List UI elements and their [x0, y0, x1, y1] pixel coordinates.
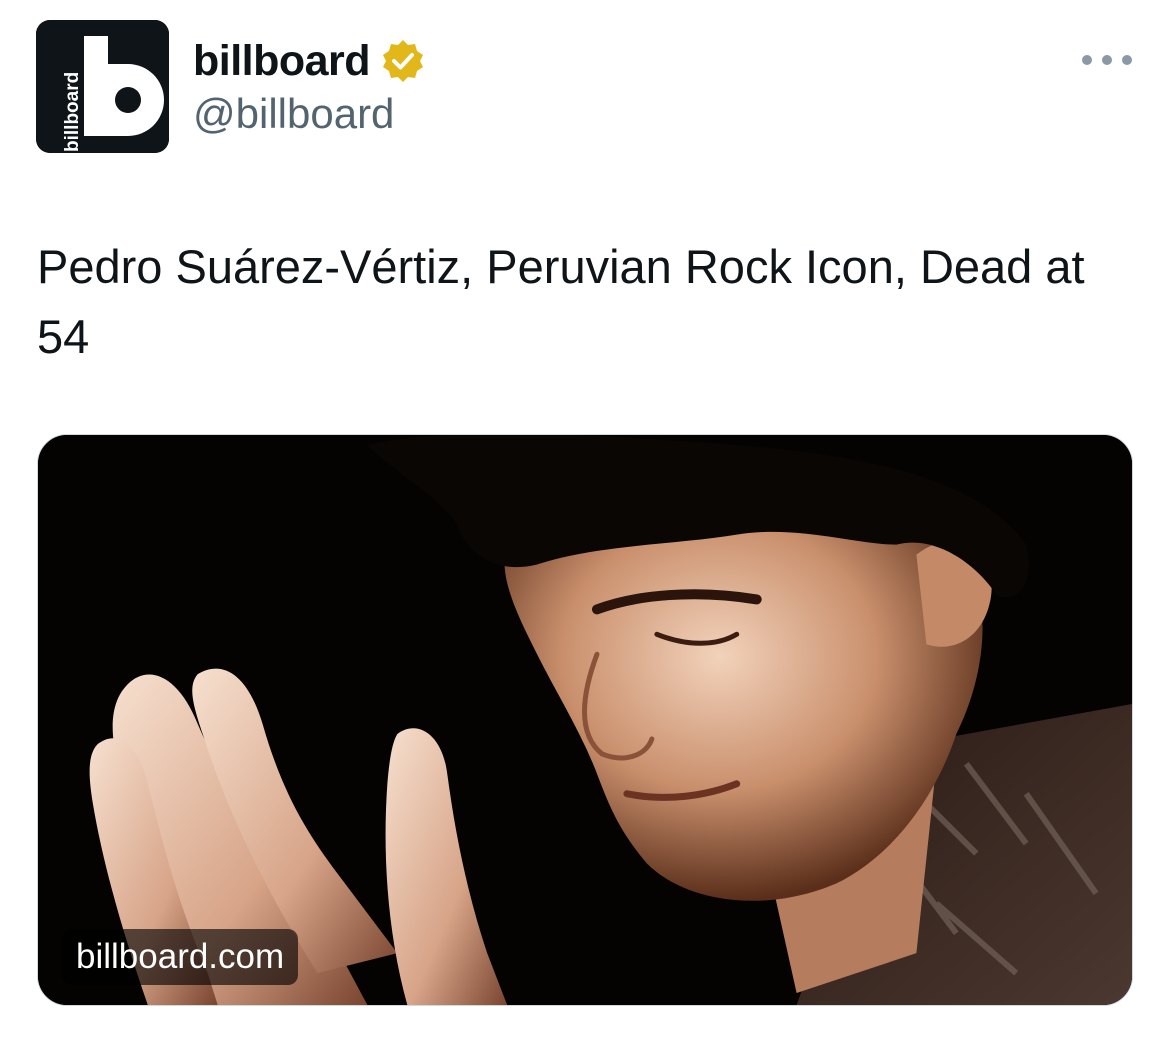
link-domain-label[interactable]: billboard.com — [62, 929, 299, 985]
tweet-text: Pedro Suárez-Vértiz, Peruvian Rock Icon,… — [37, 240, 1085, 363]
author-handle[interactable]: @billboard — [193, 90, 394, 138]
billboard-logo: billboard — [36, 20, 169, 153]
verified-badge-shape — [383, 40, 424, 82]
more-dot — [1082, 55, 1092, 65]
verified-badge-icon[interactable] — [380, 38, 426, 84]
more-options-icon[interactable] — [1082, 40, 1132, 80]
author-name-row: billboard — [193, 36, 426, 86]
avatar[interactable]: billboard — [36, 20, 169, 153]
more-dot — [1122, 55, 1132, 65]
media-card[interactable]: billboard.com — [37, 434, 1133, 1006]
portrait-photo — [38, 435, 1132, 1005]
avatar-wordmark: billboard — [62, 72, 83, 152]
more-dot — [1102, 55, 1112, 65]
author-display-name[interactable]: billboard — [193, 37, 371, 86]
